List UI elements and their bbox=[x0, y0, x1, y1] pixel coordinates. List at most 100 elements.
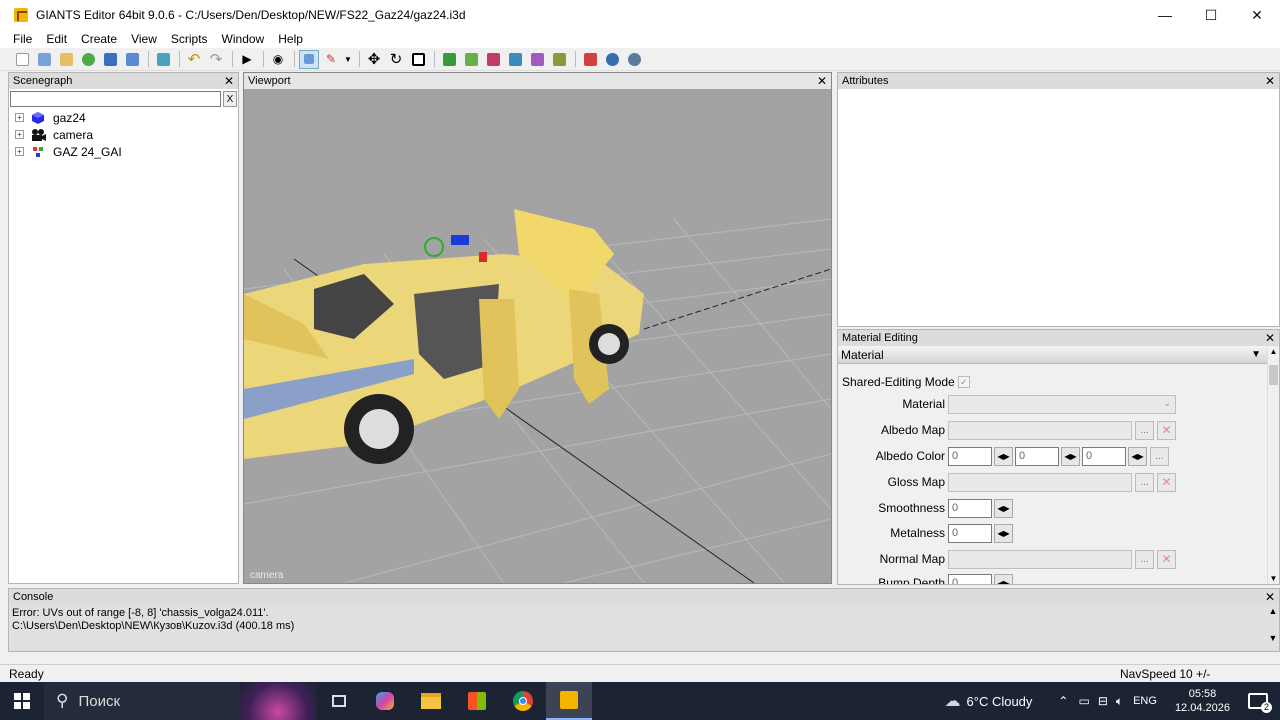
paint-icon[interactable]: ✎ bbox=[321, 50, 341, 69]
windows-start-icon[interactable] bbox=[0, 682, 44, 720]
expand-icon[interactable]: + bbox=[15, 113, 24, 122]
scroll-up-icon[interactable]: ▲ bbox=[1268, 347, 1279, 356]
bump-depth-input[interactable]: 0 bbox=[948, 573, 992, 584]
scroll-thumb[interactable] bbox=[1269, 365, 1278, 385]
new-file-icon[interactable] bbox=[12, 50, 32, 69]
file-explorer-icon[interactable] bbox=[408, 682, 454, 720]
spin-arrows-icon[interactable]: ◀▶ bbox=[1061, 446, 1080, 466]
rotate-icon[interactable]: ↻ bbox=[386, 50, 406, 69]
giants-editor-taskbar-icon[interactable] bbox=[546, 682, 592, 720]
minimize-button[interactable]: — bbox=[1142, 0, 1188, 30]
clear-map-icon[interactable]: ✕ bbox=[1157, 549, 1176, 569]
browse-button[interactable]: ... bbox=[1135, 472, 1154, 492]
close-icon[interactable]: ✕ bbox=[224, 73, 234, 89]
albedo-g-input[interactable]: 0 bbox=[1015, 446, 1059, 466]
close-icon[interactable]: ✕ bbox=[1265, 330, 1275, 346]
viewport-3d-scene[interactable] bbox=[244, 89, 831, 583]
browse-button[interactable]: ... bbox=[1135, 549, 1154, 569]
search-clear-button[interactable]: X bbox=[223, 91, 237, 107]
chrome-icon[interactable] bbox=[500, 682, 546, 720]
spin-arrows-icon[interactable]: ◀▶ bbox=[994, 446, 1013, 466]
tree-item-camera[interactable]: + camera bbox=[9, 126, 238, 143]
move-icon[interactable]: ✥ bbox=[364, 50, 384, 69]
menu-edit[interactable]: Edit bbox=[39, 32, 74, 46]
volume-icon[interactable]: 🔈︎ bbox=[1116, 694, 1123, 709]
material-select[interactable]: ⌄ bbox=[948, 394, 1176, 414]
close-icon[interactable]: ✕ bbox=[1265, 73, 1275, 89]
albedo-map-field[interactable] bbox=[948, 420, 1132, 440]
tree-item-gaz24-gai[interactable]: + GAZ 24_GAI bbox=[9, 143, 238, 160]
globe-icon[interactable] bbox=[602, 50, 622, 69]
notifications-icon[interactable]: 2 bbox=[1248, 693, 1272, 713]
import-icon[interactable] bbox=[153, 50, 173, 69]
menu-scripts[interactable]: Scripts bbox=[164, 32, 215, 46]
spin-arrows-icon[interactable]: ◀▶ bbox=[994, 498, 1013, 518]
undo-icon[interactable]: ↶ bbox=[184, 50, 204, 69]
spin-arrows-icon[interactable]: ◀▶ bbox=[1128, 446, 1147, 466]
spin-arrows-icon[interactable]: ◀▶ bbox=[994, 523, 1013, 543]
network-icon[interactable]: ⊟ bbox=[1098, 694, 1108, 708]
microsoft-store-icon[interactable] bbox=[454, 682, 500, 720]
task-view-icon[interactable] bbox=[316, 682, 362, 720]
gloss-map-field[interactable] bbox=[948, 472, 1132, 492]
expand-icon[interactable]: + bbox=[15, 147, 24, 156]
browse-button[interactable]: ... bbox=[1135, 420, 1154, 440]
close-icon[interactable]: ✕ bbox=[817, 73, 827, 89]
foliage-icon[interactable] bbox=[461, 50, 481, 69]
cube-icon[interactable] bbox=[580, 50, 600, 69]
refresh-icon[interactable] bbox=[78, 50, 98, 69]
taskbar-search[interactable]: ⚲ Поиск bbox=[44, 682, 240, 720]
menu-window[interactable]: Window bbox=[215, 32, 272, 46]
clock[interactable]: 05:58 12.04.2026 bbox=[1175, 687, 1230, 715]
clear-map-icon[interactable]: ✕ bbox=[1157, 420, 1176, 440]
metalness-input[interactable]: 0 bbox=[948, 523, 992, 543]
albedo-b-input[interactable]: 0 bbox=[1082, 446, 1126, 466]
menu-create[interactable]: Create bbox=[74, 32, 124, 46]
meet-icon[interactable]: ▭ bbox=[1078, 694, 1089, 708]
collapse-arrow-icon[interactable]: ▼ bbox=[1251, 349, 1261, 360]
select-icon[interactable] bbox=[299, 49, 319, 69]
plant-icon[interactable] bbox=[549, 50, 569, 69]
search-highlight-image[interactable] bbox=[240, 682, 316, 720]
tool2-icon[interactable] bbox=[527, 50, 547, 69]
export-icon[interactable] bbox=[122, 50, 142, 69]
chevron-up-icon[interactable]: ⌃ bbox=[1058, 694, 1068, 708]
tool-icon[interactable] bbox=[505, 50, 525, 69]
gear-globe-icon[interactable] bbox=[624, 50, 644, 69]
scroll-up-icon[interactable]: ▲ bbox=[1267, 605, 1279, 618]
scroll-down-icon[interactable]: ▼ bbox=[1268, 574, 1279, 583]
menu-file[interactable]: File bbox=[6, 32, 39, 46]
scenegraph-search-input[interactable] bbox=[10, 91, 221, 107]
save-icon[interactable] bbox=[100, 50, 120, 69]
menu-help[interactable]: Help bbox=[271, 32, 310, 46]
language-indicator[interactable]: ENG bbox=[1133, 695, 1157, 707]
dropdown-arrow-icon[interactable]: ▼ bbox=[343, 50, 353, 69]
console-scrollbar[interactable]: ▲ ▼ bbox=[1267, 605, 1279, 651]
copilot-icon[interactable] bbox=[362, 682, 408, 720]
tree-item-gaz24[interactable]: + gaz24 bbox=[9, 109, 238, 126]
edit-icon[interactable] bbox=[56, 50, 76, 69]
console-output[interactable]: Error: UVs out of range [-8, 8] 'chassis… bbox=[9, 605, 1279, 651]
shared-editing-checkbox[interactable]: ✓ bbox=[957, 376, 970, 388]
eye-icon[interactable]: ◉ bbox=[268, 50, 288, 69]
play-icon[interactable]: ▶ bbox=[237, 50, 257, 69]
close-button[interactable]: ✕ bbox=[1234, 0, 1280, 30]
brush-icon[interactable] bbox=[483, 50, 503, 69]
expand-icon[interactable]: + bbox=[15, 130, 24, 139]
menu-view[interactable]: View bbox=[124, 32, 164, 46]
clear-map-icon[interactable]: ✕ bbox=[1157, 472, 1176, 492]
scale-icon[interactable] bbox=[408, 50, 428, 69]
material-scrollbar[interactable]: ▲ ▼ bbox=[1267, 347, 1279, 584]
color-picker-button[interactable]: ... bbox=[1150, 446, 1169, 466]
open-icon[interactable] bbox=[34, 50, 54, 69]
scroll-down-icon[interactable]: ▼ bbox=[1267, 632, 1279, 645]
terrain-icon[interactable] bbox=[439, 50, 459, 69]
normal-map-field[interactable] bbox=[948, 549, 1132, 569]
material-section-header[interactable]: Material ▼ bbox=[838, 346, 1267, 364]
smoothness-input[interactable]: 0 bbox=[948, 498, 992, 518]
redo-icon[interactable]: ↷ bbox=[206, 50, 226, 69]
albedo-r-input[interactable]: 0 bbox=[948, 446, 992, 466]
spin-arrows-icon[interactable]: ◀▶ bbox=[994, 573, 1013, 584]
maximize-button[interactable]: ☐ bbox=[1188, 0, 1234, 30]
close-icon[interactable]: ✕ bbox=[1265, 589, 1275, 605]
